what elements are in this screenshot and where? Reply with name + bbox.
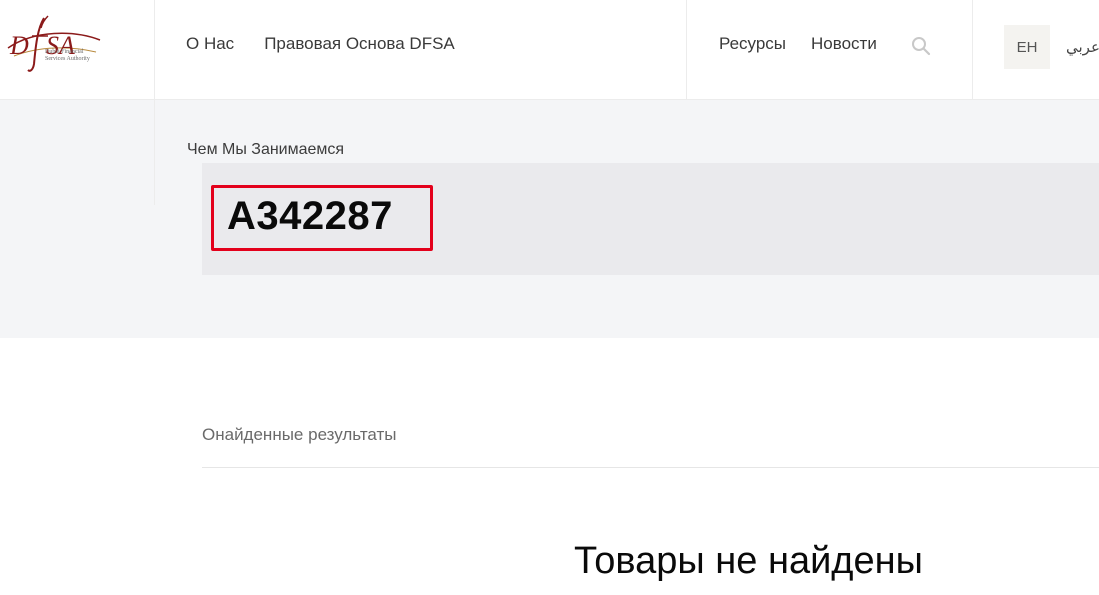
search-query-text: A342287 — [227, 194, 393, 238]
language-ar-link[interactable]: عربي — [1066, 38, 1099, 56]
dfsa-logo-mark: D SA — [7, 15, 101, 72]
logo-subtitle: Dubai Financial Services Authority — [45, 49, 90, 62]
nav-divider — [686, 0, 687, 100]
dfsa-logo[interactable]: D SA — [4, 12, 104, 78]
logo-cell: D SA Dubai Financial Services Authority — [0, 0, 155, 100]
site-header: D SA Dubai Financial Services Authority … — [0, 0, 1099, 100]
nav-divider — [972, 0, 973, 100]
nav-resources[interactable]: Ресурсы — [719, 34, 786, 54]
language-en-button[interactable]: EH — [1004, 25, 1050, 69]
hero-divider — [154, 100, 155, 205]
nav-legal-framework[interactable]: Правовая Основа DFSA — [264, 34, 455, 54]
svg-text:D: D — [9, 31, 29, 60]
nav-news[interactable]: Новости — [811, 34, 877, 54]
nav-about[interactable]: О Нас — [186, 34, 234, 54]
main-nav-right: Ресурсы Новости — [719, 34, 877, 54]
search-icon[interactable] — [911, 36, 931, 56]
main-nav-left: О Нас Правовая Основа DFSA — [186, 34, 455, 54]
breadcrumb[interactable]: Чем Мы Занимаемся — [187, 141, 344, 159]
results-divider — [202, 467, 1099, 468]
results-heading: Онайденные результаты — [202, 425, 397, 444]
no-results-message: Товары не найдены — [574, 540, 923, 582]
